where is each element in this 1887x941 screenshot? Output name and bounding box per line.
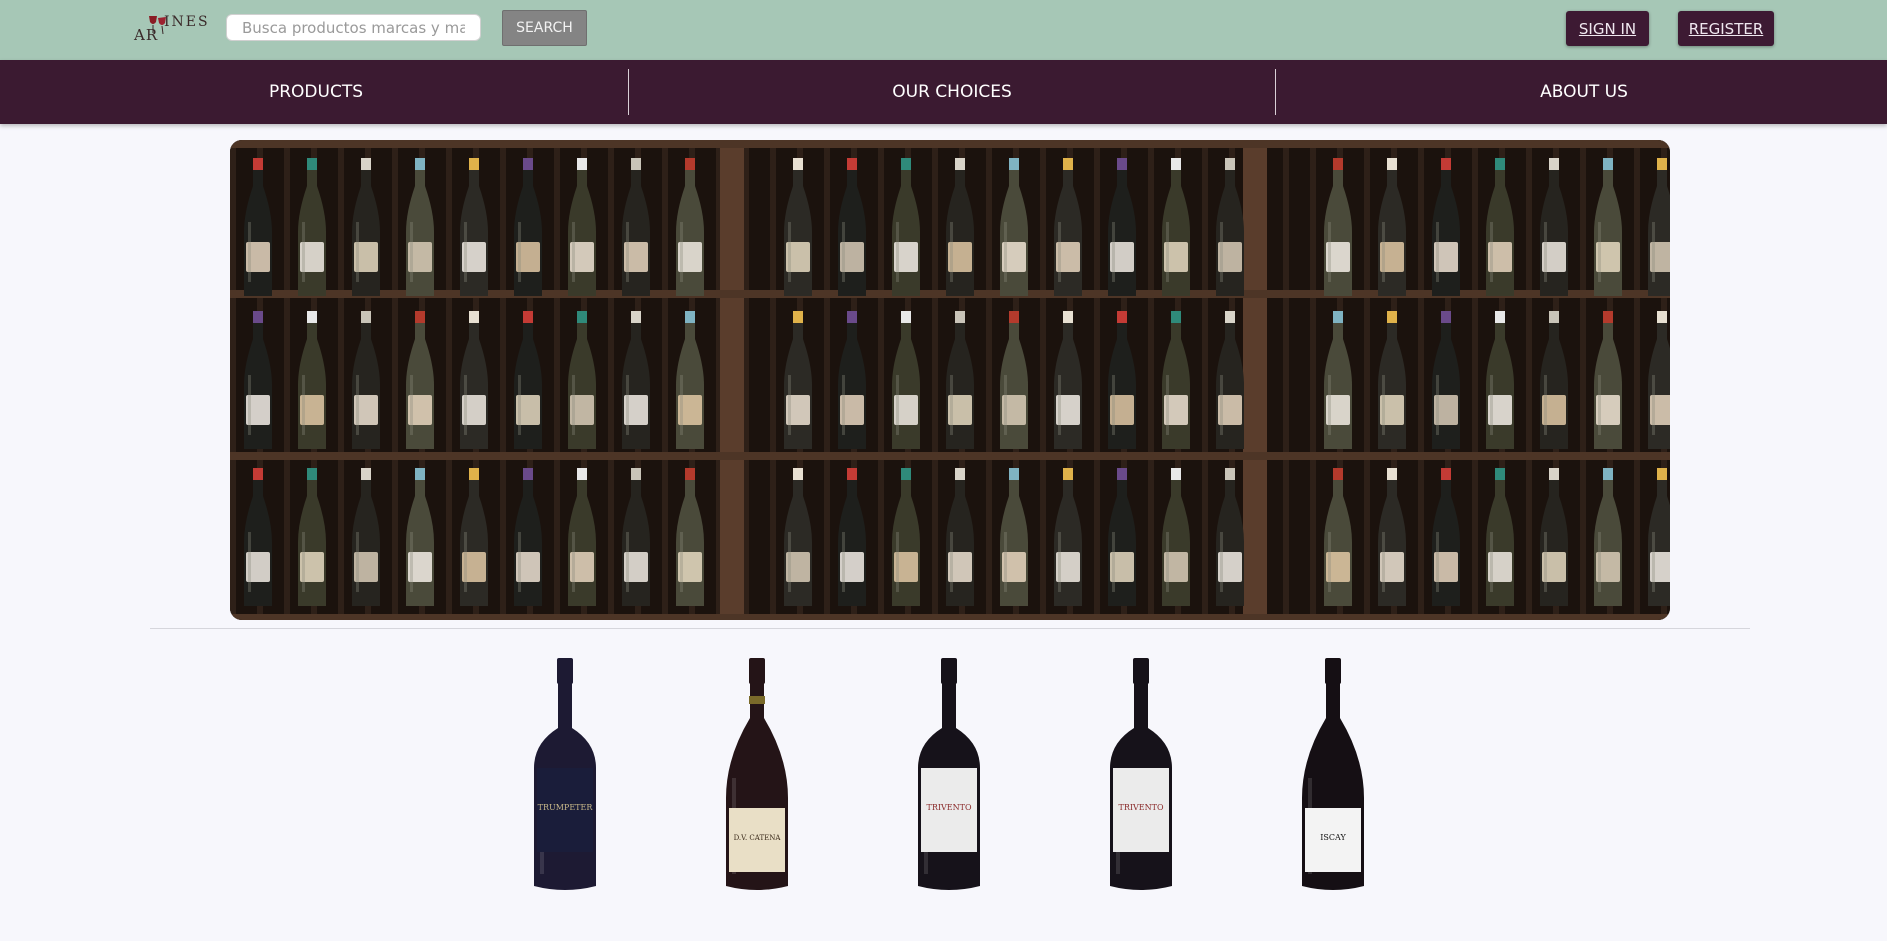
nav-divider [628,69,629,115]
hero-banner[interactable] [230,140,1670,620]
bottle-label-text: D.V. CATENA [734,834,782,842]
wine-bottle-icon: D.V. CATENA [726,658,788,890]
logo-text: AR [134,26,159,44]
search-input[interactable] [226,14,481,41]
logo-text: INES [164,14,210,30]
top-bar: INES AR SEARCH SIGN IN REGISTER [0,0,1887,60]
nav-divider [1275,69,1276,115]
bottle-label-text: ISCAY [1320,833,1346,842]
bottle-label-text: TRIVENTO [1118,803,1163,812]
sign-in-button[interactable]: SIGN IN [1566,11,1649,46]
product-bottle-trumpeter[interactable]: TRUMPETER [510,648,620,898]
product-bottle-iscay[interactable]: ISCAY [1278,648,1388,898]
section-divider [150,628,1750,629]
nav-item-products[interactable]: PRODUCTS [200,60,432,124]
product-bottle-trivento[interactable]: TRIVENTO [894,648,1004,898]
brand-logo[interactable]: INES AR [132,12,208,44]
bottle-label-text: TRUMPETER [538,803,594,812]
wine-shelf-image [230,140,1670,620]
wine-bottle-icon: TRIVENTO [918,658,980,890]
nav-item-about-us[interactable]: ABOUT US [1468,60,1700,124]
main-nav: PRODUCTS OUR CHOICES ABOUT US [0,60,1887,124]
register-button[interactable]: REGISTER [1678,11,1774,46]
wine-bottle-icon: ISCAY [1302,658,1364,890]
bottle-label-text: TRIVENTO [926,803,971,812]
search-button[interactable]: SEARCH [502,10,587,46]
wine-bottle-icon: TRIVENTO [1110,658,1172,890]
product-bottle-dv-catena[interactable]: D.V. CATENA [702,648,812,898]
product-bottle-trivento[interactable]: TRIVENTO [1086,648,1196,898]
wine-bottle-icon: TRUMPETER [534,658,596,890]
nav-item-our-choices[interactable]: OUR CHOICES [836,60,1068,124]
